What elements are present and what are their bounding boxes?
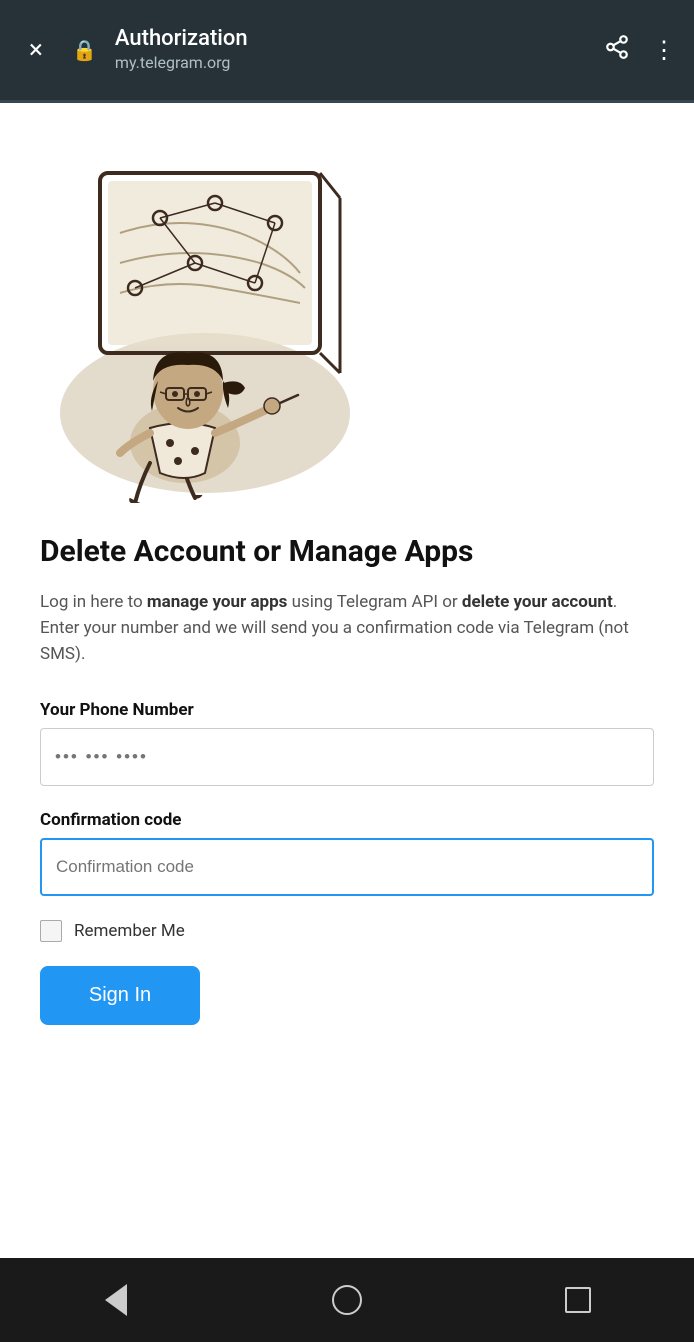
top-bar-actions: ⋮ — [604, 34, 676, 66]
phone-number-group: Your Phone Number — [40, 700, 654, 786]
nav-back-button[interactable] — [86, 1270, 146, 1330]
lock-icon: 🔒 — [72, 38, 97, 62]
desc-bold-2: delete your account — [462, 592, 613, 612]
back-triangle-icon — [105, 1284, 127, 1316]
more-options-icon[interactable]: ⋮ — [652, 36, 676, 64]
url-bar: my.telegram.org — [115, 53, 590, 74]
confirmation-code-group: Confirmation code — [40, 810, 654, 896]
recents-square-icon — [565, 1287, 591, 1313]
phone-input[interactable] — [40, 728, 654, 786]
close-button[interactable]: × — [18, 35, 54, 65]
remember-me-row: Remember Me — [40, 920, 654, 942]
desc-text-2: using Telegram API or — [287, 592, 461, 612]
desc-bold-1: manage your apps — [147, 592, 288, 612]
confirmation-input[interactable] — [40, 838, 654, 896]
phone-label: Your Phone Number — [40, 700, 654, 720]
home-circle-icon — [332, 1285, 362, 1315]
top-bar-titles: Authorization my.telegram.org — [115, 26, 590, 73]
delete-account-heading: Delete Account or Manage Apps — [40, 533, 654, 571]
desc-text-1: Log in here to — [40, 592, 147, 612]
sign-in-button[interactable]: Sign In — [40, 966, 200, 1025]
main-content: Delete Account or Manage Apps Log in her… — [0, 103, 694, 1258]
share-icon[interactable] — [604, 34, 630, 66]
remember-me-label: Remember Me — [74, 921, 185, 941]
bottom-nav — [0, 1258, 694, 1342]
nav-home-button[interactable] — [317, 1270, 377, 1330]
illustration-container — [40, 133, 654, 503]
page-description: Log in here to manage your apps using Te… — [40, 589, 654, 668]
remember-me-checkbox[interactable] — [40, 920, 62, 942]
page-title-bar: Authorization — [115, 26, 590, 52]
top-bar: × 🔒 Authorization my.telegram.org ⋮ — [0, 0, 694, 100]
telegram-illustration — [40, 133, 360, 503]
nav-recents-button[interactable] — [548, 1270, 608, 1330]
confirmation-label: Confirmation code — [40, 810, 654, 830]
